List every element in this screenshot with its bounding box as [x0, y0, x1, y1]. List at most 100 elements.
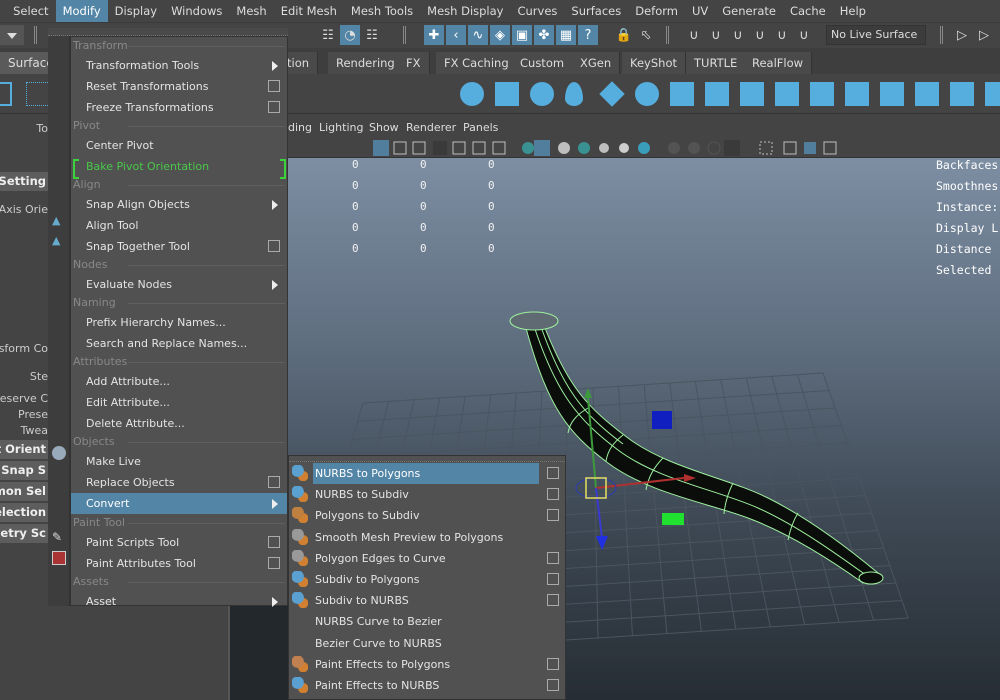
safe-title-icon[interactable]: [492, 141, 506, 155]
menu-deform[interactable]: Deform: [628, 0, 685, 22]
submenu-item-nurbs-to-polygons[interactable]: NURBS to Polygons: [313, 463, 539, 484]
nurbs-plane-icon[interactable]: [599, 81, 625, 107]
menu-surfaces[interactable]: Surfaces: [564, 0, 628, 22]
snap-curve-icon[interactable]: ‹: [446, 25, 466, 45]
submenu-tear-off[interactable]: [289, 456, 565, 462]
menu-item-prefix-hierarchy-names[interactable]: Prefix Hierarchy Names...: [71, 312, 287, 333]
menu-item-center-pivot[interactable]: Center Pivot: [71, 135, 287, 156]
tab-fx-caching[interactable]: FX Caching: [436, 52, 518, 74]
menu-curves[interactable]: Curves: [510, 0, 564, 22]
move-snap-header[interactable]: ve Snap S: [0, 461, 48, 480]
option-box[interactable]: [268, 476, 280, 488]
submenu-item-polygon-edges-to-curve[interactable]: Polygon Edges to Curve: [313, 548, 539, 569]
tab-xgen[interactable]: XGen: [572, 52, 621, 74]
use-lights-icon[interactable]: [619, 143, 629, 153]
menu-item-align-tool[interactable]: Align Tool: [71, 215, 287, 236]
magnet-grid-icon[interactable]: ∪: [684, 25, 704, 45]
menu-item-transformation-tools[interactable]: Transformation Tools: [71, 55, 287, 76]
wireframe-icon[interactable]: [522, 142, 534, 154]
option-box[interactable]: [268, 80, 280, 92]
panel-menu-panels[interactable]: Panels: [463, 121, 498, 134]
nurbs-torus-icon[interactable]: [635, 82, 659, 106]
menu-item-evaluate-nodes[interactable]: Evaluate Nodes: [71, 274, 287, 295]
object-mode-icon[interactable]: ◔: [340, 25, 360, 45]
menu-mesh[interactable]: Mesh: [229, 0, 273, 22]
magnet-point-icon[interactable]: ∪: [728, 25, 748, 45]
menu-item-edit-attribute[interactable]: Edit Attribute...: [71, 392, 287, 413]
menu-item-bake-pivot-orientation[interactable]: Bake Pivot Orientation: [71, 156, 287, 179]
snap-point-icon[interactable]: ∿: [468, 25, 488, 45]
isolate-select-icon[interactable]: [759, 141, 773, 155]
option-box[interactable]: [547, 573, 559, 585]
menu-item-paint-attributes-tool[interactable]: Paint Attributes Tool: [71, 553, 287, 574]
square-icon[interactable]: [880, 82, 904, 106]
tab-fx[interactable]: FX: [398, 52, 430, 74]
option-box[interactable]: [547, 488, 559, 501]
dof-icon[interactable]: [724, 140, 740, 156]
planar-icon[interactable]: [740, 82, 764, 106]
snap-grid-icon[interactable]: ✚: [424, 25, 444, 45]
nurbs-cone-icon[interactable]: [565, 82, 583, 106]
soft-selection-header[interactable]: ft Selection: [0, 503, 48, 522]
tab-turtle[interactable]: TURTLE: [686, 52, 747, 74]
gate-mask-icon[interactable]: [433, 141, 447, 155]
menu-item-delete-attribute[interactable]: Delete Attribute...: [71, 413, 287, 434]
project-curve-icon[interactable]: [985, 82, 1000, 106]
smooth-shade-icon[interactable]: [534, 140, 550, 156]
panel-menu-ding[interactable]: ding: [288, 121, 312, 134]
input-ops-icon[interactable]: ▷: [952, 25, 972, 45]
nurbs-sphere-icon[interactable]: [460, 82, 484, 106]
ssao-icon[interactable]: [668, 142, 680, 154]
option-box[interactable]: [268, 557, 280, 569]
submenu-item-paint-effects-to-polygons[interactable]: Paint Effects to Polygons: [313, 654, 539, 675]
shadows-icon[interactable]: [599, 143, 609, 153]
boundary-icon[interactable]: [845, 82, 869, 106]
magnet-curve-icon[interactable]: ∪: [706, 25, 726, 45]
lock-icon[interactable]: 🔒: [614, 25, 634, 45]
magnet-live-icon[interactable]: ∪: [794, 25, 814, 45]
z-plane-handle[interactable]: [652, 411, 672, 429]
menu-item-replace-objects[interactable]: Replace Objects: [71, 472, 287, 493]
option-box[interactable]: [268, 536, 280, 548]
menu-cache[interactable]: Cache: [783, 0, 833, 22]
live-surface-field[interactable]: No Live Surface: [826, 25, 926, 45]
menu-item-make-live[interactable]: Make Live: [71, 451, 287, 472]
tube-mesh[interactable]: [525, 322, 879, 584]
xray-icon[interactable]: [638, 142, 650, 154]
resolution-gate-icon[interactable]: [412, 141, 426, 155]
menu-display[interactable]: Display: [108, 0, 164, 22]
menu-item-freeze-transformations[interactable]: Freeze Transformations: [71, 97, 287, 118]
menu-item-paint-scripts-tool[interactable]: Paint Scripts Tool: [71, 532, 287, 553]
intersect-icon[interactable]: [950, 82, 974, 106]
submenu-item-smooth-mesh-preview-to-polygons[interactable]: Smooth Mesh Preview to Polygons: [313, 527, 539, 548]
loft-icon[interactable]: [705, 82, 729, 106]
symmetry-settings-header[interactable]: nmetry Sc: [0, 524, 48, 543]
menu-mesh-tools[interactable]: Mesh Tools: [344, 0, 420, 22]
help-icon[interactable]: ?: [578, 25, 598, 45]
menu-generate[interactable]: Generate: [715, 0, 783, 22]
panel-menu-lighting[interactable]: Lighting: [319, 121, 363, 134]
option-box[interactable]: [547, 594, 559, 607]
xray-components-icon[interactable]: [804, 142, 816, 154]
panel-menu-renderer[interactable]: Renderer: [406, 121, 456, 134]
snap-view-plane-icon[interactable]: ◈: [490, 25, 510, 45]
textured-icon[interactable]: [578, 142, 590, 154]
submenu-item-subdiv-to-polygons[interactable]: Subdiv to Polygons: [313, 569, 539, 590]
submenu-item-bezier-curve-to-nurbs[interactable]: Bezier Curve to NURBS: [313, 633, 539, 654]
cv-curve-icon[interactable]: [26, 82, 50, 106]
make-live-icon[interactable]: ▦: [556, 25, 576, 45]
submenu-item-nurbs-to-subdiv[interactable]: NURBS to Subdiv: [313, 484, 539, 505]
menu-windows[interactable]: Windows: [164, 0, 229, 22]
snap-projected-center-icon[interactable]: ▣: [512, 25, 532, 45]
submenu-item-subdiv-to-nurbs[interactable]: Subdiv to NURBS: [313, 590, 539, 611]
aa-icon[interactable]: [707, 141, 721, 155]
tab-realflow[interactable]: RealFlow: [744, 52, 813, 74]
extrude-icon[interactable]: [775, 82, 799, 106]
joint-orient-header[interactable]: nt Orient: [0, 440, 48, 459]
tab-rendering[interactable]: Rendering: [328, 52, 404, 74]
menu-item-snap-align-objects[interactable]: Snap Align Objects: [71, 194, 287, 215]
grid-toggle-icon[interactable]: [373, 140, 389, 156]
menu-modify[interactable]: Modify: [55, 0, 108, 22]
safe-action-icon[interactable]: [472, 141, 486, 155]
menu-select[interactable]: Select: [6, 0, 55, 22]
